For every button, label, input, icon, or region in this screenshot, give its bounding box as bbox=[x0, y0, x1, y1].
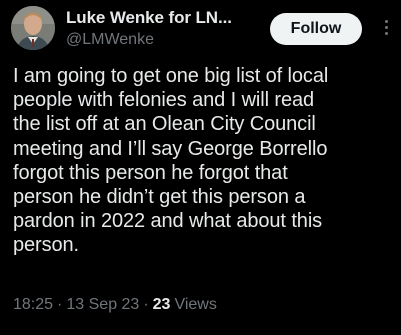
follow-button[interactable]: Follow bbox=[270, 13, 362, 45]
avatar-photo-icon bbox=[11, 6, 55, 50]
tweet-date[interactable]: 13 Sep 23 bbox=[66, 296, 139, 314]
tweet-card: Luke Wenke for LN... @LMWenke Follow I a… bbox=[0, 0, 401, 335]
author-display-name[interactable]: Luke Wenke for LN... bbox=[66, 8, 232, 28]
meta-separator: · bbox=[57, 296, 63, 313]
tweet-metadata: 18:25 · 13 Sep 23 · 23 Views bbox=[13, 296, 217, 314]
more-dot bbox=[384, 19, 388, 23]
more-options-icon[interactable] bbox=[378, 14, 394, 40]
tweet-time[interactable]: 18:25 bbox=[13, 296, 53, 314]
more-dot bbox=[384, 31, 388, 35]
views-label: Views bbox=[174, 296, 217, 313]
views-count: 23 bbox=[152, 296, 171, 313]
author-handle[interactable]: @LMWenke bbox=[66, 31, 154, 49]
tweet-text: I am going to get one big list of local … bbox=[13, 65, 329, 257]
more-dot bbox=[384, 25, 388, 29]
author-avatar[interactable] bbox=[11, 6, 55, 50]
meta-separator: · bbox=[143, 296, 149, 313]
